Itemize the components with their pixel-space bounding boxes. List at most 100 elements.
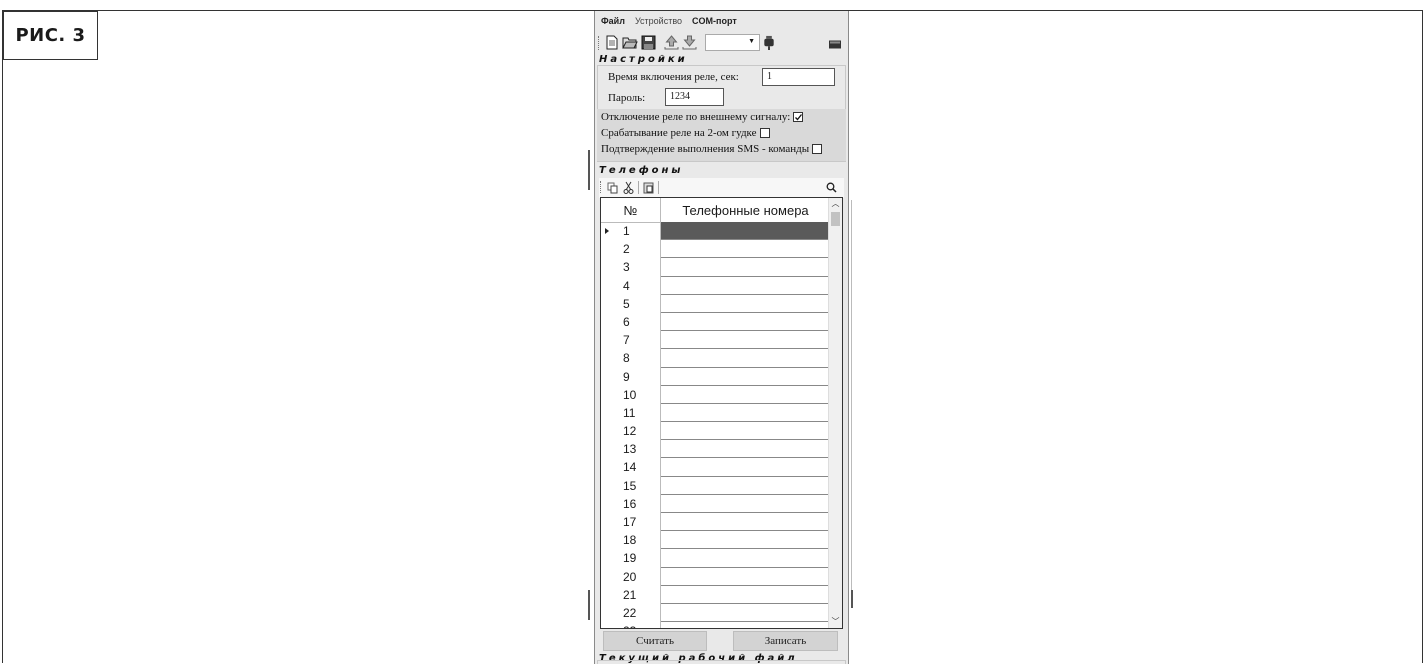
background-window-edge — [851, 590, 853, 608]
option-external-signal[interactable]: Отключение реле по внешнему сигналу: — [601, 111, 804, 123]
external-signal-checkbox[interactable] — [793, 112, 804, 123]
phone-number-cell[interactable] — [661, 531, 829, 550]
scroll-thumb[interactable] — [831, 212, 840, 226]
table-row[interactable]: 23 — [601, 622, 830, 628]
phone-number-cell[interactable] — [661, 495, 829, 513]
row-number: 21 — [601, 585, 661, 604]
checkmark-icon — [795, 114, 803, 121]
table-row[interactable]: 2 — [601, 240, 830, 259]
table-row[interactable]: 19 — [601, 549, 830, 568]
phone-number-cell[interactable] — [661, 386, 829, 404]
phone-number-cell[interactable] — [661, 295, 829, 313]
app-window: Файл Устройство COM-порт ▼ Настройки Вре… — [594, 11, 849, 664]
table-row[interactable]: 8 — [601, 349, 830, 368]
column-header-phones[interactable]: Телефонные номера — [661, 198, 830, 222]
phone-number-cell[interactable] — [661, 622, 829, 628]
table-row[interactable]: 16 — [601, 494, 830, 513]
scroll-down-icon[interactable]: ﹀ — [829, 616, 842, 628]
current-file-group-box — [597, 660, 846, 664]
menu-file[interactable]: Файл — [595, 16, 629, 26]
cut-icon[interactable] — [623, 181, 634, 194]
table-row[interactable]: 9 — [601, 367, 830, 386]
row-number: 15 — [601, 476, 661, 495]
phone-number-cell[interactable] — [661, 313, 829, 332]
row-number: 5 — [601, 294, 661, 313]
table-row[interactable]: 22 — [601, 603, 830, 623]
table-row[interactable]: 7 — [601, 331, 830, 350]
open-folder-icon[interactable] — [622, 35, 638, 50]
sms-confirm-checkbox[interactable] — [812, 144, 823, 155]
phone-number-cell[interactable] — [661, 331, 829, 350]
phone-number-cell[interactable] — [661, 477, 829, 495]
phone-number-cell[interactable] — [661, 586, 829, 604]
copy-icon[interactable] — [607, 182, 618, 194]
table-row[interactable]: 1 — [601, 222, 830, 241]
phone-number-cell[interactable] — [661, 422, 829, 441]
table-row[interactable]: 13 — [601, 440, 830, 459]
upload-icon[interactable] — [664, 35, 679, 50]
row-number: 4 — [601, 276, 661, 295]
password-input[interactable]: 1234 — [665, 88, 724, 106]
row-number: 3 — [601, 258, 661, 277]
phones-table[interactable]: № Телефонные номера 1 2 3 4 5 6 7 8 9 10 11 12 13 14 1… — [600, 197, 843, 629]
phone-number-cell[interactable] — [661, 222, 829, 241]
scroll-up-icon[interactable]: ︿ — [829, 198, 842, 210]
save-icon[interactable] — [641, 35, 656, 50]
table-row[interactable]: 12 — [601, 422, 830, 441]
download-icon[interactable] — [682, 35, 697, 50]
table-row[interactable]: 10 — [601, 385, 830, 404]
row-number: 8 — [601, 349, 661, 368]
second-ring-checkbox[interactable] — [759, 128, 770, 139]
phone-number-cell[interactable] — [661, 368, 829, 386]
table-header: № Телефонные номера — [601, 198, 830, 223]
option-sms-confirm[interactable]: Подтверждение выполнения SMS - команды — [601, 143, 823, 155]
relay-time-input[interactable]: 1 — [762, 68, 835, 86]
table-row[interactable]: 21 — [601, 585, 830, 604]
table-row[interactable]: 5 — [601, 294, 830, 313]
table-row[interactable]: 4 — [601, 276, 830, 295]
phone-number-cell[interactable] — [661, 440, 829, 459]
phone-number-cell[interactable] — [661, 404, 829, 423]
option-second-ring[interactable]: Срабатывание реле на 2-ом гудке — [601, 127, 770, 139]
table-scrollbar[interactable]: ︿ ﹀ — [828, 198, 842, 628]
new-file-icon[interactable] — [605, 35, 619, 50]
toolbar-separator — [638, 181, 639, 194]
chevron-down-icon: ▼ — [748, 38, 755, 45]
table-row[interactable]: 11 — [601, 403, 830, 423]
phone-number-cell[interactable] — [661, 513, 829, 532]
paste-icon[interactable] — [643, 181, 654, 194]
menu-bar: Файл Устройство COM-порт — [595, 11, 848, 31]
table-rows: 1234567891011121314151617181920212223 — [601, 222, 830, 628]
table-row[interactable]: 14 — [601, 458, 830, 477]
row-number: 18 — [601, 531, 661, 550]
phone-number-cell[interactable] — [661, 458, 829, 477]
read-button[interactable]: Считать — [603, 631, 707, 651]
phone-number-cell[interactable] — [661, 258, 829, 277]
table-row[interactable]: 3 — [601, 258, 830, 277]
search-icon[interactable] — [826, 182, 837, 193]
relay-time-label: Время включения реле, сек: — [608, 71, 739, 83]
port-combo[interactable]: ▼ — [705, 34, 760, 51]
phone-number-cell[interactable] — [661, 349, 829, 368]
table-row[interactable]: 17 — [601, 513, 830, 532]
phones-toolbar — [599, 178, 844, 198]
figure-label: РИС. 3 — [3, 11, 98, 60]
write-button[interactable]: Записать — [733, 631, 838, 651]
phone-number-cell[interactable] — [661, 604, 829, 623]
settings-group-title: Настройки — [599, 54, 688, 65]
table-row[interactable]: 20 — [601, 567, 830, 586]
table-row[interactable]: 18 — [601, 531, 830, 550]
row-number: 12 — [601, 422, 661, 441]
menu-device[interactable]: Устройство — [629, 16, 686, 26]
column-header-number[interactable]: № — [601, 198, 661, 222]
phone-number-cell[interactable] — [661, 549, 829, 568]
option-external-signal-label: Отключение реле по внешнему сигналу: — [601, 111, 791, 123]
usb-plug-icon[interactable] — [763, 35, 775, 50]
phone-number-cell[interactable] — [661, 568, 829, 586]
minimize-icon[interactable] — [829, 37, 841, 52]
phone-number-cell[interactable] — [661, 240, 829, 259]
table-row[interactable]: 15 — [601, 476, 830, 495]
phone-number-cell[interactable] — [661, 277, 829, 295]
table-row[interactable]: 6 — [601, 312, 830, 332]
menu-com-port[interactable]: COM-порт — [686, 16, 741, 26]
